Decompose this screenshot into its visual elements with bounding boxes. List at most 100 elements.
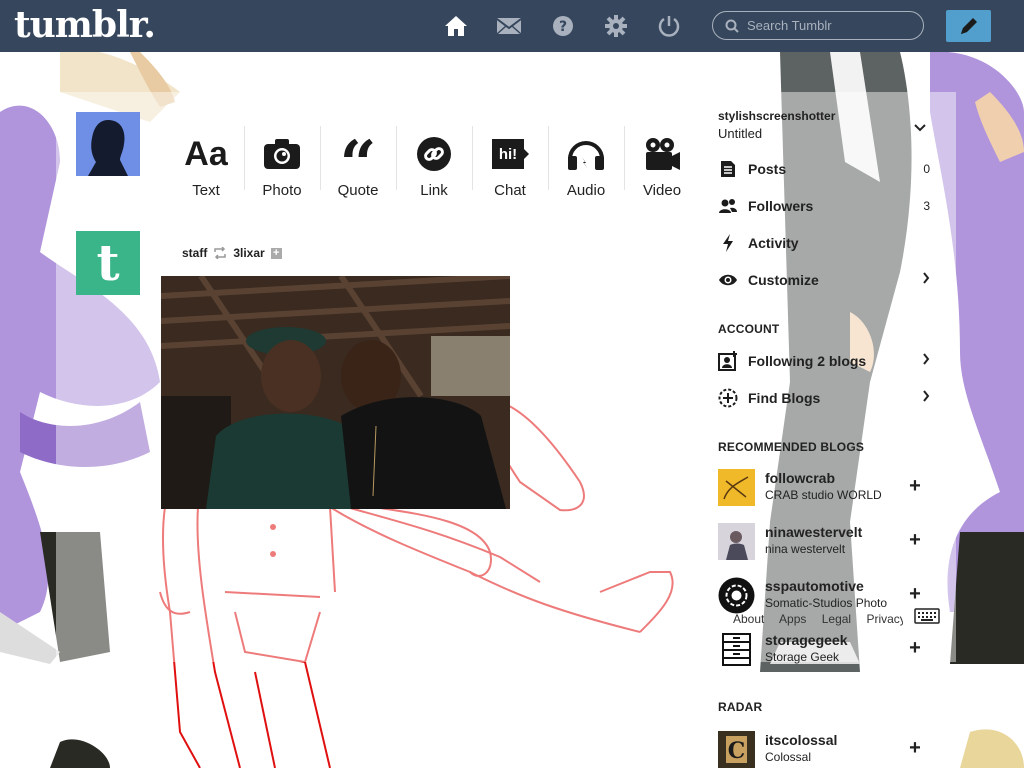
- footer-links: About Apps Legal Privacy: [733, 612, 903, 626]
- sidebar-item-label: Activity: [748, 235, 799, 251]
- lightning-icon: [718, 234, 738, 252]
- footer-link[interactable]: Apps: [779, 612, 806, 626]
- blog-avatar: [718, 631, 755, 668]
- quote-icon: “: [339, 126, 377, 202]
- pencil-icon: [958, 15, 980, 37]
- sidebar-item-find-blogs[interactable]: Find Blogs: [718, 386, 930, 410]
- link-icon: [416, 128, 452, 180]
- sidebar-item-posts[interactable]: Posts 0: [718, 157, 930, 181]
- photo-image: [161, 276, 510, 509]
- post-type-text[interactable]: Aa Text: [168, 112, 244, 208]
- home-icon[interactable]: [443, 13, 469, 39]
- blog-name[interactable]: storagegeek: [765, 632, 847, 648]
- headphones-icon: [566, 128, 606, 180]
- sidebar-item-following[interactable]: Following 2 blogs: [718, 349, 930, 373]
- follow-plus-icon[interactable]: +: [904, 529, 926, 551]
- top-navigation-bar: tumblr. ?: [0, 0, 1024, 52]
- compass-icon: [718, 388, 738, 408]
- staff-avatar[interactable]: t: [76, 231, 140, 295]
- footer-link[interactable]: About: [733, 612, 764, 626]
- follow-plus-icon[interactable]: +: [904, 475, 926, 497]
- sidebar-item-label: Find Blogs: [748, 390, 821, 406]
- post-type-label: Chat: [494, 182, 526, 199]
- footer-link[interactable]: Legal: [822, 612, 851, 626]
- follow-plus-icon[interactable]: +: [904, 737, 926, 759]
- footer-link[interactable]: Privacy: [866, 612, 903, 626]
- post-header: staff 3lixar +: [182, 246, 282, 260]
- recommended-blog[interactable]: sspautomotive Somatic-Studios Photo +: [718, 577, 930, 617]
- follow-plus-icon[interactable]: +: [904, 637, 926, 659]
- blog-subtitle: Storage Geek: [765, 650, 840, 664]
- svg-text:hi!: hi!: [499, 146, 517, 163]
- text-icon: Aa: [184, 134, 228, 173]
- chevron-right-icon: [922, 352, 930, 370]
- post-type-label: Audio: [566, 182, 606, 199]
- svg-text:?: ?: [559, 19, 567, 35]
- post-type-bar: Aa Text Photo “ Quote Link hi! Chat Audi…: [168, 112, 700, 208]
- user-avatar[interactable]: [76, 112, 140, 176]
- blog-subtitle: Colossal: [765, 750, 812, 764]
- svg-text:C: C: [728, 738, 746, 764]
- post-photo[interactable]: [161, 276, 510, 509]
- sidebar-item-label: Posts: [748, 161, 787, 177]
- blog-subtitle: nina westervelt: [765, 542, 846, 556]
- sidebar-item-label: Followers: [748, 198, 814, 214]
- recommended-blog[interactable]: storagegeek Storage Geek +: [718, 631, 930, 671]
- keyboard-icon[interactable]: [914, 608, 940, 629]
- blog-subtitle: CRAB studio WORLD: [765, 488, 882, 502]
- blog-name[interactable]: sspautomotive: [765, 578, 864, 594]
- blog-avatar: C: [718, 731, 755, 768]
- followers-count: 3: [923, 199, 930, 213]
- blog-title: Untitled: [718, 126, 763, 141]
- blog-name[interactable]: ninawestervelt: [765, 524, 862, 540]
- silhouette-icon: [76, 112, 140, 176]
- blog-name[interactable]: itscolossal: [765, 732, 837, 748]
- eye-icon: [718, 273, 738, 287]
- post-type-label: Link: [420, 182, 448, 199]
- post-type-label: Text: [192, 182, 220, 199]
- post-type-audio[interactable]: Audio: [548, 112, 624, 208]
- radar-heading: RADAR: [718, 700, 763, 714]
- post-type-chat[interactable]: hi! Chat: [472, 112, 548, 208]
- mail-icon[interactable]: [496, 13, 522, 39]
- post-type-video[interactable]: Video: [624, 112, 700, 208]
- post-type-photo[interactable]: Photo: [244, 112, 320, 208]
- follow-plus-icon[interactable]: +: [270, 247, 282, 259]
- post-type-label: Video: [642, 182, 682, 199]
- sidebar-item-customize[interactable]: Customize: [718, 268, 930, 292]
- help-icon[interactable]: ?: [550, 13, 576, 39]
- search-icon: [725, 19, 739, 33]
- blog-name[interactable]: followcrab: [765, 470, 835, 486]
- post-type-link[interactable]: Link: [396, 112, 472, 208]
- reblogged-from-link[interactable]: 3lixar: [233, 246, 264, 260]
- reblog-icon: [213, 247, 227, 259]
- account-heading: ACCOUNT: [718, 322, 780, 336]
- document-icon: [718, 160, 738, 178]
- post-author-link[interactable]: staff: [182, 246, 207, 260]
- radar-blog[interactable]: C itscolossal Colossal +: [718, 731, 930, 771]
- blog-name[interactable]: stylishscreenshotter: [718, 109, 835, 123]
- video-camera-icon: [643, 128, 681, 180]
- sidebar-item-followers[interactable]: Followers 3: [718, 194, 930, 218]
- power-icon[interactable]: [656, 13, 682, 39]
- search-box[interactable]: [712, 11, 924, 40]
- recommended-blog[interactable]: followcrab CRAB studio WORLD +: [718, 469, 930, 509]
- blog-avatar: [718, 577, 755, 614]
- recommended-blog[interactable]: ninawestervelt nina westervelt +: [718, 523, 930, 563]
- post-type-quote[interactable]: “ Quote: [320, 112, 396, 208]
- blog-subtitle: Somatic-Studios Photo: [765, 596, 888, 610]
- recommended-heading: RECOMMENDED BLOGS: [718, 440, 865, 454]
- chevron-down-icon[interactable]: [914, 120, 926, 138]
- chevron-right-icon: [922, 389, 930, 407]
- gear-icon[interactable]: [603, 13, 629, 39]
- sidebar-item-activity[interactable]: Activity: [718, 231, 930, 255]
- posts-count: 0: [923, 162, 930, 176]
- search-input[interactable]: [745, 17, 919, 34]
- tumblr-logo[interactable]: tumblr.: [14, 4, 156, 46]
- follow-plus-icon[interactable]: +: [904, 583, 926, 605]
- add-person-icon: [718, 351, 738, 371]
- sidebar-item-label: Following 2 blogs: [748, 353, 867, 369]
- compose-button[interactable]: [946, 10, 991, 42]
- blog-avatar: [718, 469, 755, 506]
- tumblr-t-icon: t: [96, 233, 120, 292]
